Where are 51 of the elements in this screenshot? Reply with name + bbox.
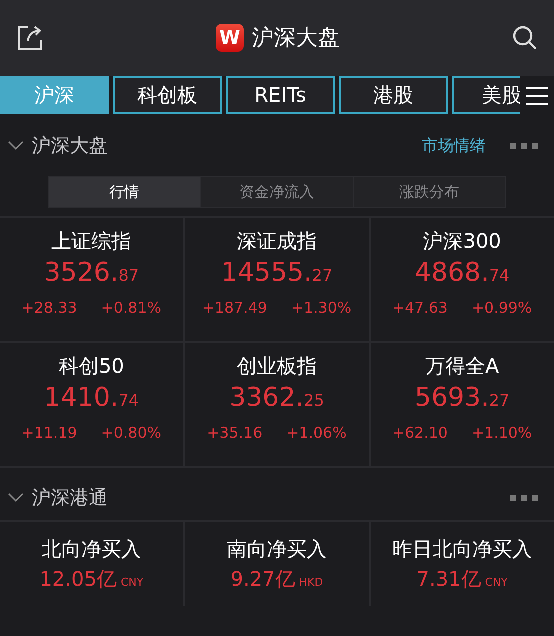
section-title: 沪深大盘 bbox=[32, 134, 108, 159]
flow-name: 北向净买入 bbox=[40, 536, 143, 563]
index-name: 创业板指 bbox=[236, 353, 318, 380]
index-change: +62.10 bbox=[392, 423, 448, 444]
market-tab[interactable]: 科创板 bbox=[113, 76, 222, 114]
index-percent: +0.99% bbox=[472, 298, 532, 319]
flow-name: 昨日北向净买入 bbox=[391, 536, 534, 563]
index-percent: +0.80% bbox=[101, 423, 162, 444]
index-value: 4868.74 bbox=[414, 257, 511, 290]
flow-amount: 9.27亿 bbox=[230, 566, 296, 593]
market-tab[interactable]: 港股 bbox=[339, 76, 448, 114]
share-icon[interactable] bbox=[16, 24, 44, 52]
index-name: 上证综指 bbox=[50, 228, 133, 255]
index-change: +35.16 bbox=[207, 423, 263, 444]
index-name: 万得全A bbox=[424, 353, 500, 380]
currency-label: HKD bbox=[299, 575, 324, 591]
index-percent: +1.06% bbox=[286, 423, 347, 444]
chevron-down-icon[interactable] bbox=[8, 493, 24, 503]
more-icon[interactable] bbox=[510, 143, 538, 149]
index-name: 深证成指 bbox=[236, 228, 318, 255]
segment-tab[interactable]: 行情 bbox=[49, 177, 202, 207]
segment-tab[interactable]: 资金净流入 bbox=[201, 177, 354, 207]
index-percent: +1.30% bbox=[291, 298, 352, 319]
currency-label: CNY bbox=[120, 575, 144, 591]
flow-amount: 12.05亿 bbox=[40, 566, 117, 593]
index-value: 3526.87 bbox=[43, 257, 140, 290]
more-icon[interactable] bbox=[510, 495, 538, 501]
index-percent: +0.81% bbox=[101, 298, 162, 319]
market-tab[interactable]: REITs bbox=[226, 76, 335, 114]
flow-name: 南向净买入 bbox=[226, 536, 328, 563]
index-change: +47.63 bbox=[392, 298, 448, 319]
flow-amount: 7.31亿 bbox=[416, 566, 482, 593]
segment-tab[interactable]: 涨跌分布 bbox=[354, 177, 505, 207]
index-name: 科创50 bbox=[58, 353, 126, 380]
index-value: 3362.25 bbox=[228, 382, 326, 415]
search-icon[interactable] bbox=[512, 25, 538, 51]
section-title: 沪深港通 bbox=[32, 486, 108, 511]
chevron-down-icon[interactable] bbox=[8, 141, 24, 151]
market-sentiment-link[interactable]: 市场情绪 bbox=[422, 134, 486, 158]
logo-icon: W bbox=[216, 24, 244, 52]
index-change: +187.49 bbox=[202, 298, 268, 319]
index-value: 5693.27 bbox=[414, 382, 511, 415]
page-title: 沪深大盘 bbox=[252, 24, 340, 52]
currency-label: CNY bbox=[485, 575, 508, 591]
index-change: +11.19 bbox=[22, 423, 78, 444]
index-name: 沪深300 bbox=[422, 228, 502, 255]
index-percent: +1.10% bbox=[472, 423, 532, 444]
index-value: 1410.74 bbox=[43, 382, 140, 415]
index-change: +28.33 bbox=[22, 298, 78, 319]
index-value: 14555.27 bbox=[220, 257, 334, 290]
menu-icon[interactable] bbox=[525, 86, 549, 106]
